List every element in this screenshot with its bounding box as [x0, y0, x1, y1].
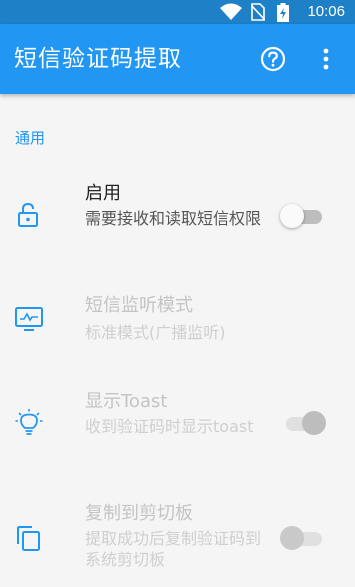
pref-title: 短信监听模式 [85, 295, 193, 316]
pref-title: 启用 [85, 183, 121, 204]
pref-copy-clipboard[interactable]: 复制到剪切板 提取成功后复制验证码到系统剪切板 [0, 502, 355, 587]
page-title: 短信验证码提取 [14, 46, 182, 72]
wifi-icon [220, 3, 242, 20]
copy-icon [17, 526, 40, 551]
toast-switch[interactable] [280, 410, 326, 436]
switch-thumb [280, 526, 304, 550]
enable-switch[interactable] [280, 203, 326, 229]
lock-open-icon [18, 202, 38, 227]
pref-summary: 标准模式(广播监听) [85, 323, 226, 342]
pref-summary: 需要接收和读取短信权限 [85, 209, 262, 228]
battery-charging-icon [277, 3, 289, 22]
lightbulb-icon [15, 409, 43, 435]
section-header-general: 通用 [15, 129, 46, 147]
app-bar: 短信验证码提取 [0, 24, 355, 94]
monitor-icon [15, 307, 43, 331]
switch-thumb [280, 204, 304, 228]
switch-thumb [302, 411, 326, 435]
status-bar: 10:06 [0, 0, 355, 24]
pref-summary: 收到验证码时显示toast [85, 417, 254, 436]
pref-enable[interactable]: 启用 需要接收和读取短信权限 [0, 178, 355, 258]
pref-title: 显示Toast [85, 391, 168, 412]
no-sim-icon [251, 3, 265, 21]
clock: 10:06 [307, 3, 345, 20]
more-vert-icon[interactable] [314, 46, 338, 72]
pref-listen-mode[interactable]: 短信监听模式 标准模式(广播监听) [0, 292, 355, 352]
pref-show-toast[interactable]: 显示Toast 收到验证码时显示toast [0, 388, 355, 464]
help-icon[interactable] [260, 46, 286, 72]
clipboard-switch[interactable] [280, 525, 326, 551]
pref-summary: 提取成功后复制验证码到系统剪切板 [85, 529, 262, 569]
pref-title: 复制到剪切板 [85, 503, 193, 524]
